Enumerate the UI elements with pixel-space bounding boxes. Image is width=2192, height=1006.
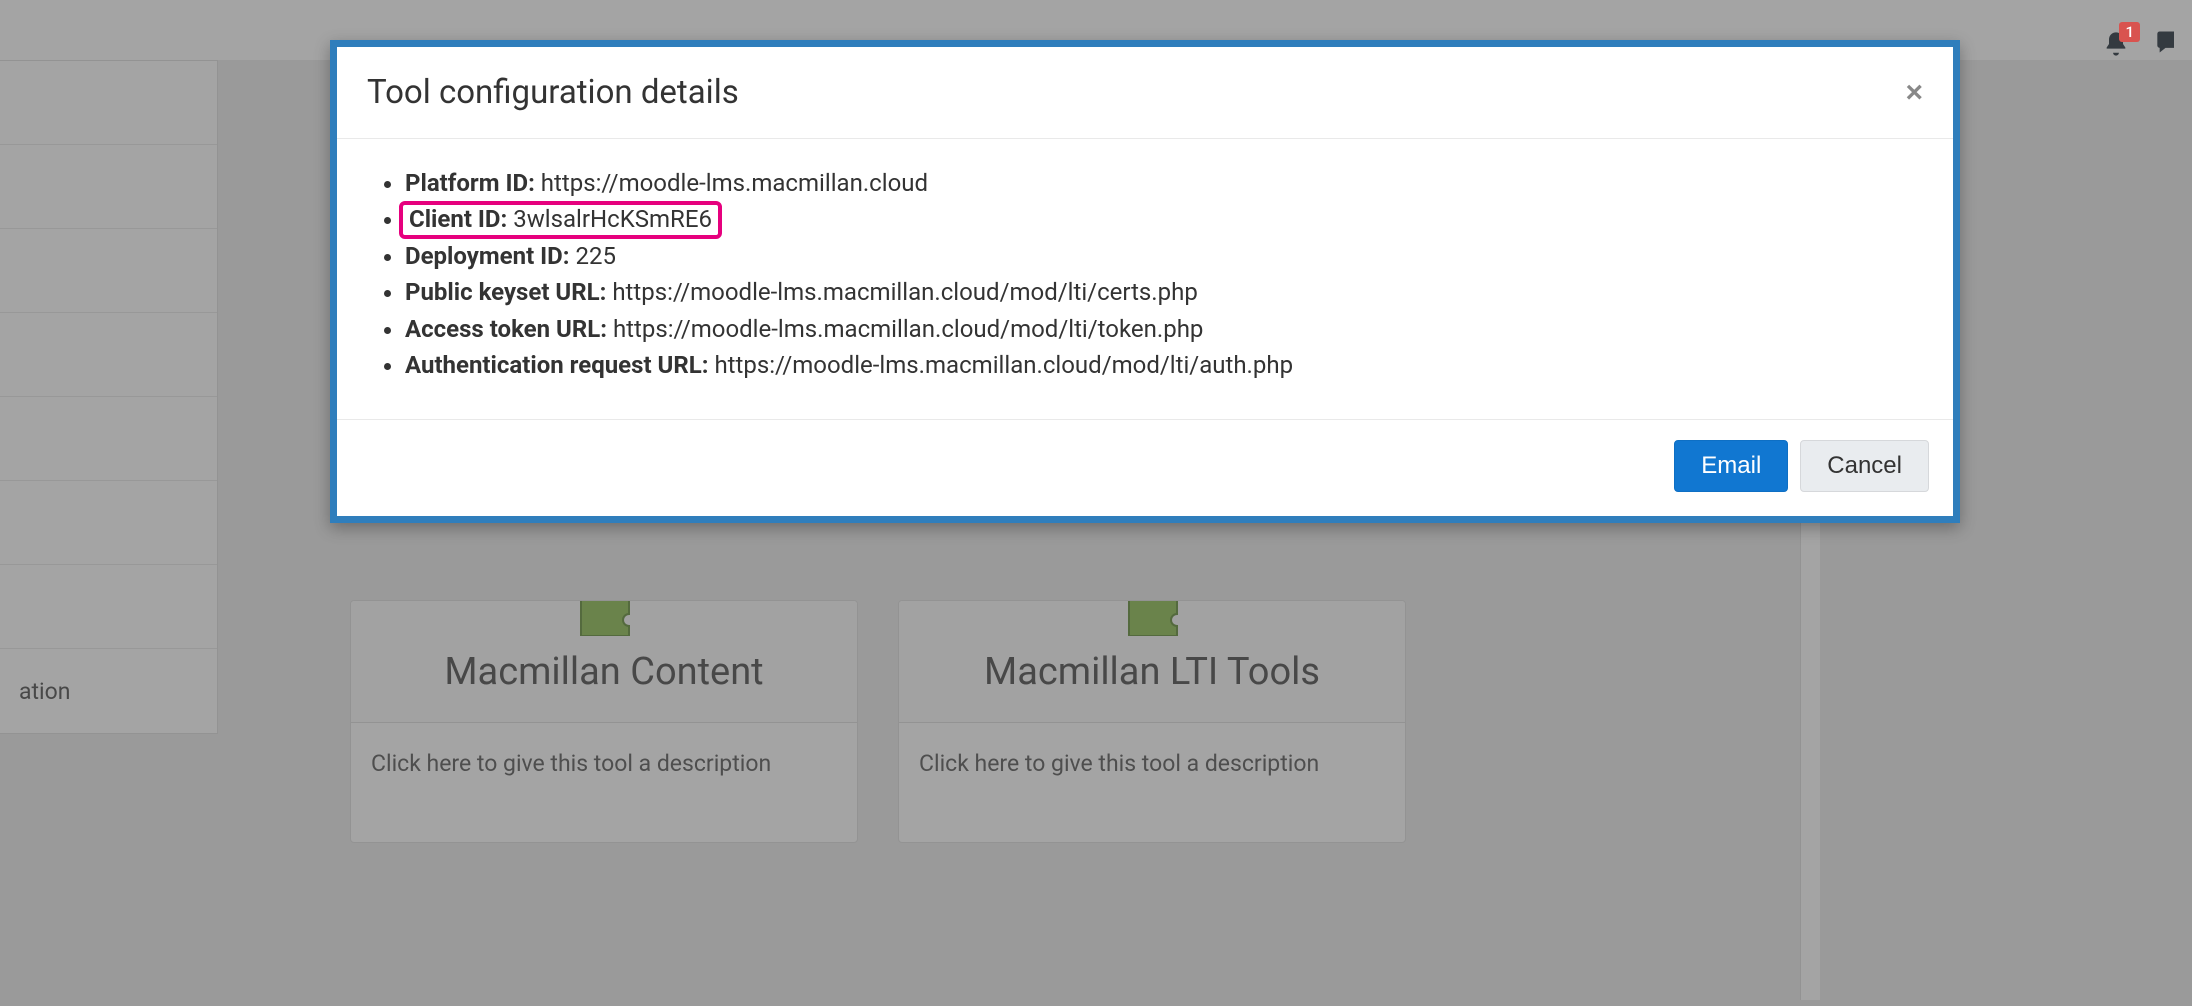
config-row-client-id: Client ID: 3wlsalrHcKSmRE6 — [405, 203, 1923, 235]
modal-body: Platform ID: https://moodle-lms.macmilla… — [337, 139, 1953, 419]
topbar-icons: 1 — [1992, 0, 2192, 90]
modal-title: Tool configuration details — [367, 73, 739, 112]
notification-count-badge: 1 — [2119, 22, 2140, 42]
config-label: Deployment ID: — [405, 242, 570, 270]
close-icon: × — [1905, 76, 1923, 109]
email-button[interactable]: Email — [1674, 440, 1788, 492]
config-value: https://moodle-lms.macmillan.cloud — [541, 169, 928, 197]
config-row-keyset-url: Public keyset URL: https://moodle-lms.ma… — [405, 276, 1923, 308]
config-row-access-token-url: Access token URL: https://moodle-lms.mac… — [405, 313, 1923, 345]
chat-icon — [2154, 28, 2174, 56]
config-value: https://moodle-lms.macmillan.cloud/mod/l… — [714, 351, 1293, 379]
config-label: Access token URL: — [405, 315, 607, 343]
modal-header: Tool configuration details × — [337, 47, 1953, 139]
modal-footer: Email Cancel — [337, 419, 1953, 516]
config-label: Platform ID: — [405, 169, 535, 197]
config-value: https://moodle-lms.macmillan.cloud/mod/l… — [612, 278, 1197, 306]
cancel-button[interactable]: Cancel — [1800, 440, 1929, 492]
config-label: Client ID: — [409, 205, 507, 233]
config-value: https://moodle-lms.macmillan.cloud/mod/l… — [613, 315, 1203, 343]
config-value: 225 — [575, 242, 615, 270]
messages-button[interactable] — [2154, 28, 2174, 60]
notifications-button[interactable]: 1 — [2100, 28, 2132, 60]
config-details-list: Platform ID: https://moodle-lms.macmilla… — [367, 167, 1923, 381]
config-label: Public keyset URL: — [405, 278, 606, 306]
config-row-deployment-id: Deployment ID: 225 — [405, 240, 1923, 272]
config-row-auth-request-url: Authentication request URL: https://mood… — [405, 349, 1923, 381]
config-value: 3wlsalrHcKSmRE6 — [513, 205, 712, 233]
config-label: Authentication request URL: — [405, 351, 709, 379]
tool-configuration-modal: Tool configuration details × Platform ID… — [330, 40, 1960, 523]
highlight-annotation: Client ID: 3wlsalrHcKSmRE6 — [399, 201, 722, 239]
close-button[interactable]: × — [1905, 78, 1923, 108]
config-row-platform-id: Platform ID: https://moodle-lms.macmilla… — [405, 167, 1923, 199]
